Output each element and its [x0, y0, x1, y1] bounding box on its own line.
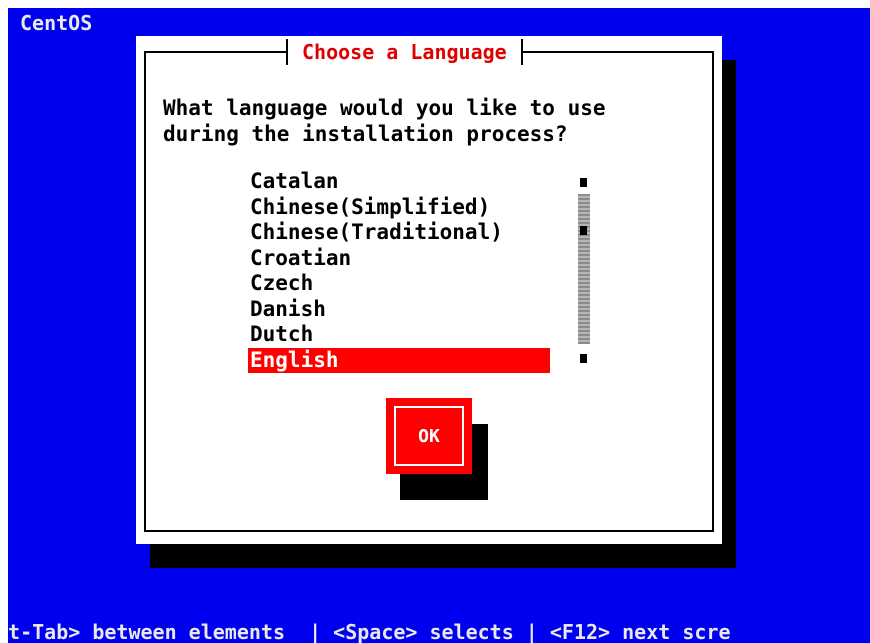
language-option-english[interactable]: English: [248, 347, 550, 373]
ok-button[interactable]: OK: [386, 398, 472, 474]
language-option-czech[interactable]: Czech: [248, 271, 550, 297]
dialog-title: Choose a Language: [286, 39, 523, 65]
scroll-thumb[interactable]: [580, 226, 587, 235]
prompt-text-line-1: What language would you like to use: [163, 96, 606, 120]
brand-label: CentOS: [20, 11, 93, 35]
language-option-chinese-traditional[interactable]: Chinese(Traditional): [248, 220, 550, 246]
language-list[interactable]: Catalan Chinese(Simplified) Chinese(Trad…: [248, 169, 550, 373]
ok-button-label: OK: [394, 406, 464, 466]
installer-screen: CentOS Choose a Language What language w…: [8, 8, 870, 643]
scroll-up-arrow-icon[interactable]: [580, 178, 587, 187]
language-option-catalan[interactable]: Catalan: [248, 169, 550, 195]
help-line: lt-Tab> between elements | <Space> selec…: [8, 620, 731, 643]
scroll-down-arrow-icon[interactable]: [580, 354, 587, 363]
language-option-croatian[interactable]: Croatian: [248, 246, 550, 272]
scroll-track[interactable]: [578, 194, 590, 344]
prompt-text-line-2: during the installation process?: [163, 122, 568, 146]
language-option-danish[interactable]: Danish: [248, 297, 550, 323]
language-option-dutch[interactable]: Dutch: [248, 322, 550, 348]
language-list-scrollbar[interactable]: [578, 169, 590, 373]
language-dialog: Choose a Language What language would yo…: [136, 36, 722, 544]
language-option-chinese-simplified[interactable]: Chinese(Simplified): [248, 195, 550, 221]
